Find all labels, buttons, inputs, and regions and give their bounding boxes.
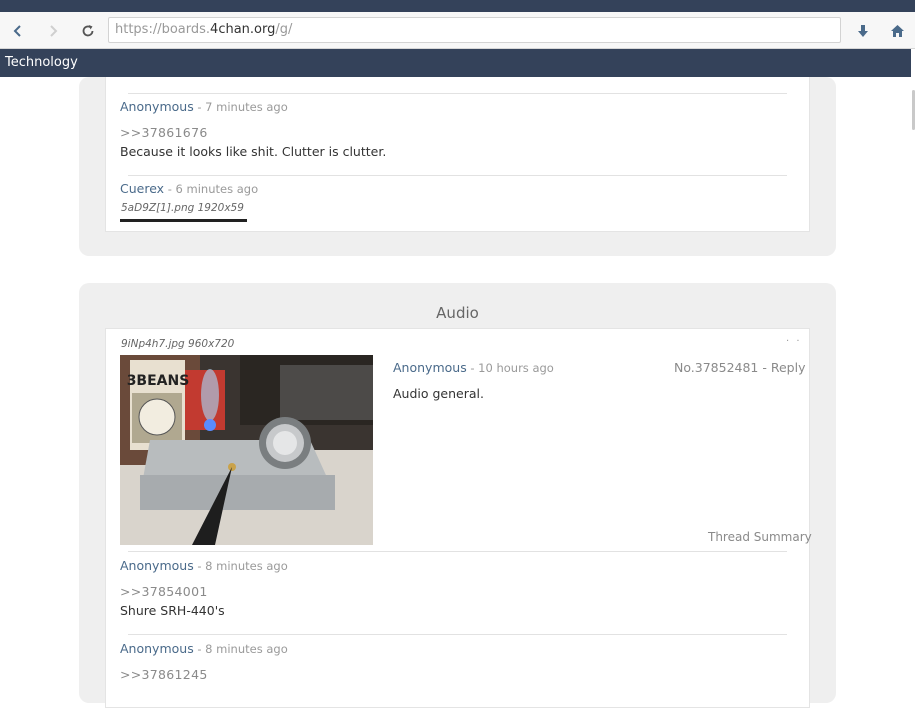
options-dots-icon[interactable]: · ·: [786, 336, 802, 347]
reload-button[interactable]: [73, 12, 103, 49]
post-author[interactable]: Anonymous: [120, 558, 194, 573]
forward-icon: [50, 24, 58, 37]
op-image[interactable]: 3BEANS: [120, 355, 373, 545]
image-thumbnail-strip[interactable]: [120, 219, 247, 222]
board-header: Technology: [0, 49, 911, 77]
post-text: Shure SRH-440's: [120, 603, 225, 618]
thread-summary-link[interactable]: Thread Summary: [708, 530, 812, 544]
home-button[interactable]: [882, 12, 912, 49]
post-author[interactable]: Anonymous: [120, 99, 194, 114]
post-author[interactable]: Anonymous: [120, 641, 194, 656]
post-divider: [128, 93, 787, 94]
post-divider: [128, 634, 787, 635]
quote-link[interactable]: >>37861245: [120, 667, 208, 682]
post-divider: [128, 551, 787, 552]
op-author[interactable]: Anonymous: [393, 360, 467, 375]
post-header: Anonymous - 7 minutes ago: [120, 99, 288, 114]
reply-link[interactable]: Reply: [771, 360, 806, 375]
post-author[interactable]: Cuerex: [120, 181, 164, 196]
op-text: Audio general.: [393, 386, 484, 401]
download-icon: [858, 24, 868, 37]
post-time: - 8 minutes ago: [193, 559, 288, 573]
url-prefix: https://boards.: [115, 22, 211, 37]
url-domain: 4chan.org: [210, 22, 276, 37]
post-header: Anonymous - 8 minutes ago: [120, 641, 288, 656]
post-text: Because it looks like shit. Clutter is c…: [120, 144, 387, 159]
post-header: Cuerex - 6 minutes ago: [120, 181, 258, 196]
post-time: - 8 minutes ago: [193, 642, 288, 656]
quote-link[interactable]: >>37854001: [120, 584, 208, 599]
op-meta: No.37852481 - Reply: [674, 360, 805, 375]
forward-button[interactable]: [38, 12, 68, 49]
thread-title: Audio: [436, 304, 479, 322]
post-header: Anonymous - 8 minutes ago: [120, 558, 288, 573]
url-bar[interactable]: https://boards.4chan.org/g/: [108, 17, 841, 43]
reload-icon: [82, 24, 94, 36]
image-brand-text: 3BEANS: [127, 373, 190, 389]
home-icon: [890, 24, 904, 37]
post-time: - 7 minutes ago: [193, 100, 288, 114]
scrollbar[interactable]: [911, 49, 915, 693]
board-title[interactable]: Technology: [5, 55, 78, 70]
back-icon: [13, 24, 21, 37]
op-time: - 10 hours ago: [466, 361, 554, 375]
browser-toolbar: https://boards.4chan.org/g/: [0, 12, 915, 49]
post-number[interactable]: No.37852481: [674, 360, 758, 375]
post-divider: [128, 175, 787, 176]
quote-link[interactable]: >>37861676: [120, 125, 208, 140]
post-time: - 6 minutes ago: [164, 182, 259, 196]
window-top-strip: [0, 0, 915, 12]
op-file-info[interactable]: 9iNp4h7.jpg 960x720: [121, 338, 234, 350]
back-button[interactable]: [3, 12, 33, 49]
amp-photo-icon: 3BEANS: [120, 355, 373, 545]
file-info[interactable]: 5aD9Z[1].png 1920x59: [121, 202, 244, 214]
meta-separator: -: [758, 360, 771, 375]
op-post-header: Anonymous - 10 hours ago: [393, 360, 554, 375]
download-button[interactable]: [848, 12, 878, 49]
url-suffix: /g/: [275, 22, 293, 37]
